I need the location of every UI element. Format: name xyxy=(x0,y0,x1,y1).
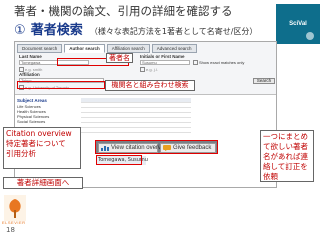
logo-dot-icon xyxy=(306,32,314,40)
facets-panel: Subject Areas Life Sciences Health Scien… xyxy=(17,98,74,124)
highlight-author-name xyxy=(96,155,142,165)
tab-document-search[interactable]: Document search xyxy=(17,44,63,53)
tab-author-search[interactable]: Author search xyxy=(64,44,105,53)
publisher-logo-text: ELSEVIER xyxy=(2,220,26,225)
highlight-action-bar xyxy=(95,140,218,154)
initials-input[interactable]: Susumu xyxy=(140,60,190,65)
slide-title-line2: ① 著者検索 （様々な表記方法を1著者として名寄せ/区分） xyxy=(14,19,257,38)
step-number: ① xyxy=(14,23,26,38)
callout-merge-feedback: 一つにまとめて欲しい著者名があれば連絡して訂正を依頼 xyxy=(260,130,314,182)
highlight-affiliation-field xyxy=(17,81,105,89)
tab-affiliation-search[interactable]: Affiliation search xyxy=(106,44,150,53)
scival-logo-text: SciVal xyxy=(289,21,307,27)
facets-title: Subject Areas xyxy=(17,98,47,103)
page-number: 18 xyxy=(6,226,15,234)
search-tabs: Document search Author search Affiliatio… xyxy=(17,44,197,53)
callout-author-name: 著者名 xyxy=(106,53,133,63)
affiliation-label: Affiliation xyxy=(19,72,40,77)
step-note: （様々な表記方法を1著者として名寄せ/区分） xyxy=(89,27,258,36)
slide-title-line1: 著者・機関の論文、引用の詳細を確認する xyxy=(14,4,233,18)
search-button[interactable]: Search xyxy=(253,78,275,84)
callout-citation-overview: Citation overview 特定著者について 引用分析 xyxy=(3,127,81,169)
callout-author-detail: 著者詳細画面へ xyxy=(3,177,83,189)
results-table xyxy=(81,98,191,133)
tab-advanced-search[interactable]: Advanced search xyxy=(151,44,197,53)
elsevier-tree-logo xyxy=(4,195,26,221)
step-title: 著者検索 xyxy=(30,23,83,38)
initials-label: Initials or First Name xyxy=(140,54,185,59)
show-exact-matches-checkbox[interactable]: Show exact matches only xyxy=(193,60,244,65)
table-row[interactable] xyxy=(81,128,191,133)
callout-combined-search: 機関名と組み合わせ検索 xyxy=(105,80,195,91)
first-name-example: e.g. j.l. xyxy=(140,67,158,72)
last-name-label: Last Name xyxy=(19,54,42,59)
scival-logo: SciVal xyxy=(276,4,320,44)
facet-item[interactable]: Social Sciences xyxy=(17,119,74,124)
